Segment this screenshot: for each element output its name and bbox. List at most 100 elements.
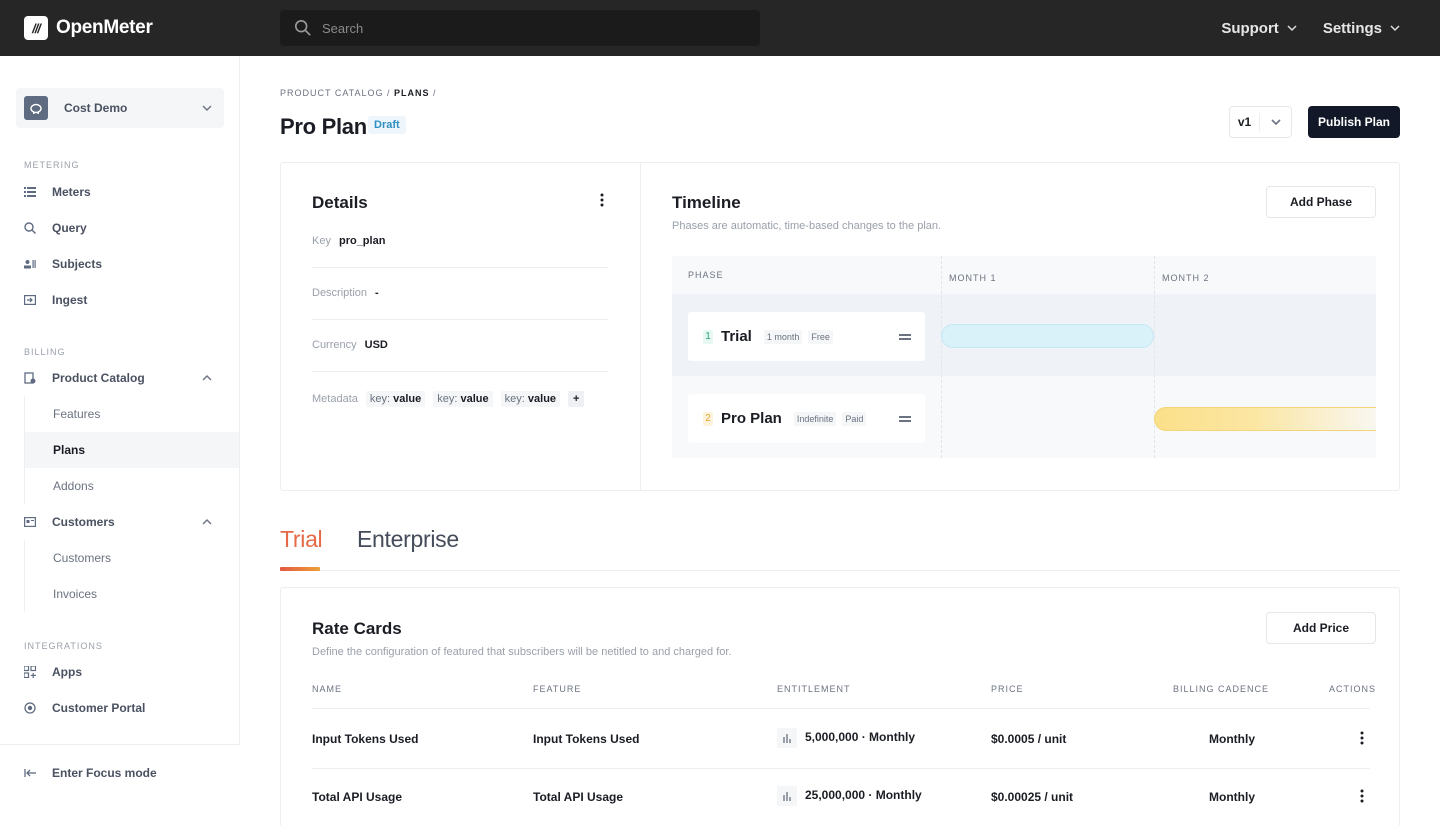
timeline-grid: PHASE MONTH 1 MONTH 2 1 Trial 1 month Fr… xyxy=(672,256,1376,458)
cell-entitlement: 25,000,000 · Monthly xyxy=(777,786,922,806)
sidebar-item-label: Invoices xyxy=(53,587,98,601)
cell-name: Total API Usage xyxy=(312,790,403,804)
focus-mode-button[interactable]: Enter Focus mode xyxy=(0,744,240,800)
subjects-icon xyxy=(24,258,36,270)
phase-bar-pro-plan[interactable] xyxy=(1154,407,1376,431)
sidebar-item-features[interactable]: Features xyxy=(24,396,239,432)
detail-currency: Currency USD xyxy=(312,339,608,351)
version-select[interactable]: v1 xyxy=(1229,106,1292,138)
add-phase-button[interactable]: Add Phase xyxy=(1266,186,1376,218)
chevron-down-icon xyxy=(1390,25,1400,32)
sidebar-item-label: Customer Portal xyxy=(52,701,146,715)
sidebar-item-apps[interactable]: Apps xyxy=(24,654,224,690)
chevron-up-icon[interactable] xyxy=(202,517,212,527)
sidebar-item-label: Features xyxy=(53,407,101,421)
sidebar-item-product-catalog[interactable]: Product Catalog xyxy=(24,360,224,396)
header-month-1: MONTH 1 xyxy=(949,273,997,283)
org-switcher[interactable]: Cost Demo xyxy=(16,88,224,128)
support-label: Support xyxy=(1221,19,1279,37)
sidebar-item-plans[interactable]: Plans xyxy=(24,432,239,468)
chevron-up-icon[interactable] xyxy=(202,373,212,383)
sidebar-item-meters[interactable]: Meters xyxy=(24,174,224,210)
column-header-billing-cadence[interactable]: BILLING CADENCE xyxy=(1173,684,1269,694)
metadata-chip[interactable]: key: value xyxy=(500,391,561,407)
entitlement-value: 5,000,000 · Monthly xyxy=(805,730,916,745)
sidebar-item-customers-group[interactable]: Customers xyxy=(24,504,224,540)
cell-billing-cadence: Monthly xyxy=(1209,790,1255,804)
metadata-chip[interactable]: key: value xyxy=(433,391,493,407)
drag-handle-icon[interactable] xyxy=(899,416,911,422)
logo-icon: /// xyxy=(24,16,48,40)
phase-name: Trial xyxy=(721,328,752,345)
header-month-2: MONTH 2 xyxy=(1162,273,1210,283)
catalog-icon xyxy=(24,372,36,384)
tab-enterprise[interactable]: Enterprise xyxy=(357,526,459,553)
detail-description: Description - xyxy=(312,287,608,299)
divider xyxy=(312,319,608,320)
entitlement-value: 25,000,000 · Monthly xyxy=(805,788,922,803)
chevron-down-icon[interactable] xyxy=(1260,116,1291,128)
cell-price: $0.00025 / unit xyxy=(991,790,1074,804)
add-metadata-button[interactable]: + xyxy=(568,391,585,407)
details-title: Details xyxy=(312,193,368,212)
sidebar-item-subjects[interactable]: Subjects xyxy=(24,246,224,282)
sidebar-item-customer-portal[interactable]: Customer Portal xyxy=(24,690,224,726)
sidebar-item-label: Customers xyxy=(53,551,112,565)
list-icon xyxy=(24,186,36,198)
row-actions-icon[interactable] xyxy=(1354,731,1370,747)
phase-type: Paid xyxy=(842,411,867,426)
section-billing: BILLING xyxy=(24,347,66,357)
page-title: Pro Plan xyxy=(280,114,367,139)
sidebar-item-label: Customers xyxy=(52,515,115,529)
sidebar-item-label: Addons xyxy=(53,479,94,493)
detail-label: Description xyxy=(312,287,368,299)
settings-menu[interactable]: Settings xyxy=(1323,20,1400,37)
more-options-icon[interactable] xyxy=(594,193,610,209)
metadata-chip[interactable]: key: value xyxy=(365,391,426,407)
phase-card-trial[interactable]: 1 Trial 1 month Free xyxy=(688,312,925,361)
timeline-subtitle: Phases are automatic, time-based changes… xyxy=(672,220,942,232)
sidebar-item-addons[interactable]: Addons xyxy=(24,468,239,504)
top-bar: /// OpenMeter Support Settings xyxy=(0,0,1440,56)
breadcrumb-current[interactable]: PLANS xyxy=(394,88,430,98)
column-header-feature[interactable]: FEATURE xyxy=(533,684,581,694)
phase-number: 1 xyxy=(703,329,713,344)
phase-tabs: Trial Enterprise xyxy=(280,522,1400,571)
column-header-price[interactable]: PRICE xyxy=(991,684,1024,694)
detail-value: USD xyxy=(364,339,388,351)
search-icon xyxy=(294,19,311,36)
logo[interactable]: /// OpenMeter xyxy=(24,16,153,40)
apps-icon xyxy=(24,666,36,678)
cell-feature: Input Tokens Used xyxy=(533,732,640,746)
ingest-icon xyxy=(24,294,36,306)
search-input[interactable] xyxy=(322,20,722,36)
sidebar-item-ingest[interactable]: Ingest xyxy=(24,282,224,318)
publish-plan-button[interactable]: Publish Plan xyxy=(1308,106,1400,138)
row-actions-icon[interactable] xyxy=(1354,789,1370,805)
column-header-name[interactable]: NAME xyxy=(312,684,342,694)
rate-cards-title: Rate Cards xyxy=(312,619,402,638)
timeline-header: PHASE MONTH 1 MONTH 2 xyxy=(672,256,1376,294)
org-name: Cost Demo xyxy=(64,101,128,115)
chevron-down-icon xyxy=(1287,25,1297,32)
piggy-bank-icon xyxy=(24,96,48,120)
breadcrumb-parent[interactable]: PRODUCT CATALOG xyxy=(280,88,384,98)
sidebar-item-customers[interactable]: Customers xyxy=(24,540,239,576)
sidebar-item-query[interactable]: Query xyxy=(24,210,224,246)
add-price-button[interactable]: Add Price xyxy=(1266,612,1376,644)
support-menu[interactable]: Support xyxy=(1221,20,1297,37)
search-box[interactable] xyxy=(280,10,760,46)
drag-handle-icon[interactable] xyxy=(899,334,911,340)
tab-trial[interactable]: Trial xyxy=(280,526,323,553)
sidebar-item-label: Apps xyxy=(52,665,82,679)
phase-type: Free xyxy=(808,329,833,344)
detail-value: pro_plan xyxy=(338,235,386,247)
column-header-entitlement[interactable]: ENTITLEMENT xyxy=(777,684,851,694)
active-tab-indicator xyxy=(280,567,320,571)
divider xyxy=(312,708,1370,709)
sidebar-item-invoices[interactable]: Invoices xyxy=(24,576,239,612)
cell-feature: Total API Usage xyxy=(533,790,624,804)
phase-card-pro-plan[interactable]: 2 Pro Plan Indefinite Paid xyxy=(688,394,925,443)
metadata-value: value xyxy=(393,393,422,405)
phase-bar-trial[interactable] xyxy=(941,324,1154,348)
